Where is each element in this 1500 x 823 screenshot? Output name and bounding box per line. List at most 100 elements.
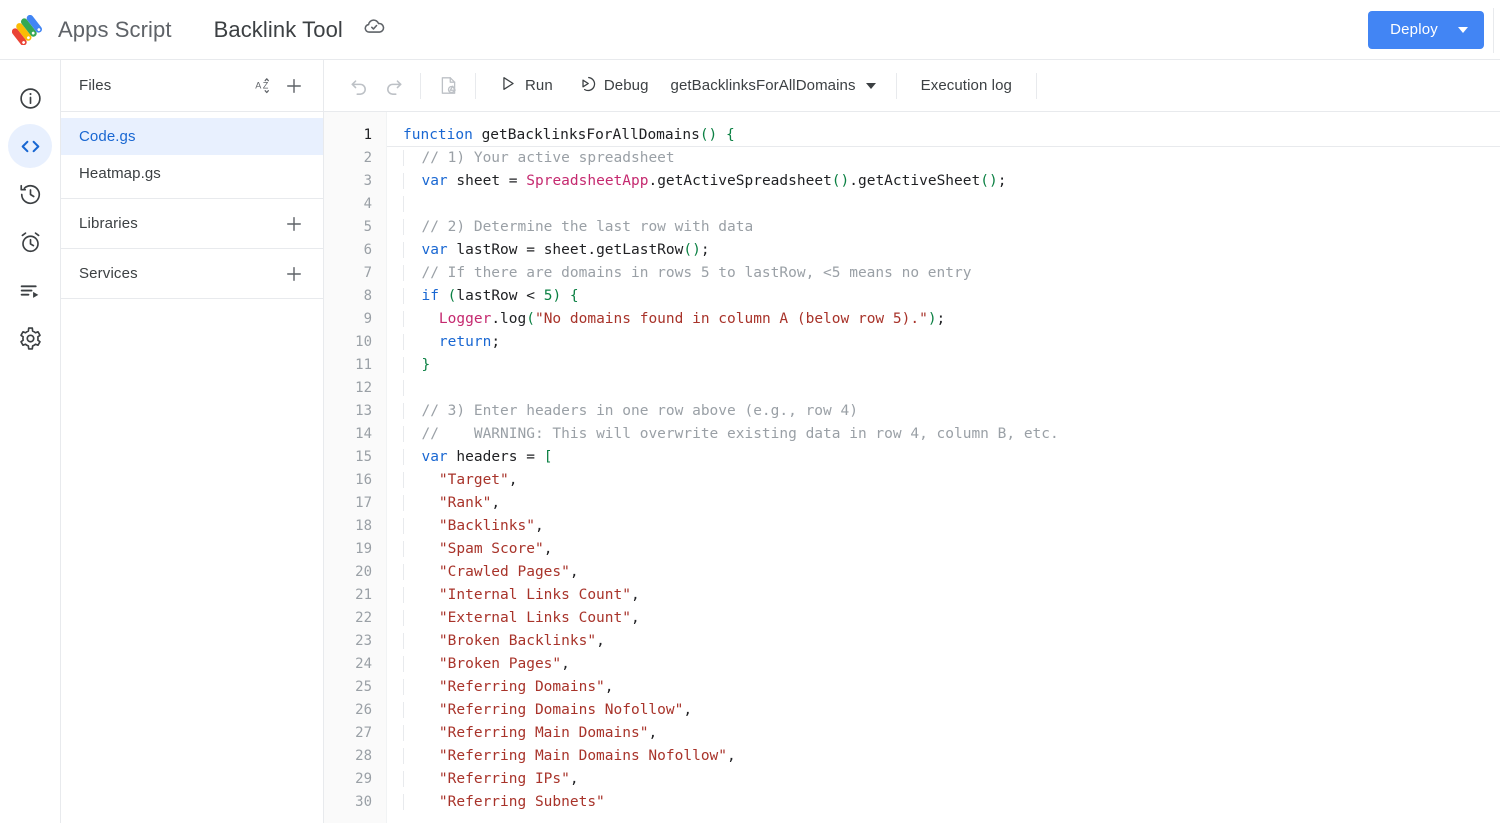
libraries-section: Libraries: [61, 199, 323, 249]
code-token: lastRow = sheet.getLastRow: [447, 242, 684, 258]
add-file-plus-icon[interactable]: [279, 71, 309, 101]
save-to-drive-icon[interactable]: [431, 69, 465, 103]
code-token: ,: [648, 725, 658, 741]
code-lines[interactable]: function getBacklinksForAllDomains() { /…: [387, 112, 1500, 814]
code-token: "Referring Domains Nofollow": [438, 702, 684, 718]
project-title[interactable]: Backlink Tool: [210, 15, 347, 45]
code-line[interactable]: var sheet = SpreadsheetApp.getActiveSpre…: [403, 170, 1500, 193]
code-line[interactable]: function getBacklinksForAllDomains() {: [403, 124, 1500, 147]
code-token: (: [526, 311, 535, 327]
code-token: ,: [630, 610, 640, 626]
code-line[interactable]: "Referring Domains",: [403, 676, 1500, 699]
line-number: 19: [355, 541, 372, 557]
code-line[interactable]: "Broken Backlinks",: [403, 630, 1500, 653]
code-token: .log: [491, 311, 527, 327]
function-selector[interactable]: getBacklinksForAllDomains: [661, 69, 886, 103]
code-token: ;: [997, 173, 1007, 189]
file-item-label: Code.gs: [79, 128, 136, 145]
code-token: ,: [569, 771, 579, 787]
code-line[interactable]: [403, 193, 1500, 216]
code-line[interactable]: [403, 377, 1500, 400]
code-line[interactable]: "Broken Pages",: [403, 653, 1500, 676]
code-line[interactable]: "Rank",: [403, 492, 1500, 515]
indent-guide: [403, 426, 422, 442]
code-line[interactable]: "Internal Links Count",: [403, 584, 1500, 607]
indent-guide: [403, 242, 422, 258]
code-line[interactable]: "Crawled Pages",: [403, 561, 1500, 584]
code-line[interactable]: "Referring Domains Nofollow",: [403, 699, 1500, 722]
add-service-plus-icon[interactable]: [279, 259, 309, 289]
code-line[interactable]: "Backlinks",: [403, 515, 1500, 538]
top-app-bar: Apps Script Backlink Tool Deploy: [0, 0, 1500, 60]
indent-guide: [403, 403, 422, 419]
file-item-heatmap-gs[interactable]: Heatmap.gs: [61, 155, 323, 192]
line-number: 13: [355, 403, 372, 419]
sidebar-item-project-settings[interactable]: [8, 316, 52, 360]
run-button[interactable]: Run: [486, 69, 565, 103]
code-line[interactable]: // 2) Determine the last row with data: [403, 216, 1500, 239]
code-token: SpreadsheetApp: [526, 173, 649, 189]
code-token: Logger: [438, 311, 492, 327]
sidebar-item-project-history[interactable]: [8, 172, 52, 216]
line-number: 21: [355, 587, 372, 603]
line-number: 2: [363, 150, 372, 166]
undo-icon[interactable]: [342, 69, 376, 103]
code-token: ,: [630, 587, 640, 603]
code-token: "Rank": [438, 495, 492, 511]
line-number: 29: [355, 771, 372, 787]
indent-guide: [403, 380, 422, 396]
code-token: ,: [569, 564, 579, 580]
code-token: sheet =: [447, 173, 527, 189]
code-token: function: [403, 127, 473, 143]
code-line[interactable]: // 1) Your active spreadsheet: [403, 147, 1500, 170]
code-token: ): [552, 288, 562, 304]
code-line[interactable]: var lastRow = sheet.getLastRow();: [403, 239, 1500, 262]
indent-guide: [403, 495, 439, 511]
sort-az-icon[interactable]: A Z: [249, 71, 279, 101]
code-token: "Referring Main Domains Nofollow": [438, 748, 728, 764]
sidebar-item-executions[interactable]: [8, 268, 52, 312]
code-line[interactable]: return;: [403, 331, 1500, 354]
code-line[interactable]: "Referring Main Domains Nofollow",: [403, 745, 1500, 768]
code-line[interactable]: // 3) Enter headers in one row above (e.…: [403, 400, 1500, 423]
code-line[interactable]: "Referring IPs",: [403, 768, 1500, 791]
code-token: "Backlinks": [438, 518, 535, 534]
code-line[interactable]: "Referring Subnets": [403, 791, 1500, 814]
line-number: 6: [363, 242, 372, 258]
code-line[interactable]: "Spam Score",: [403, 538, 1500, 561]
code-token: // If there are domains in rows 5 to las…: [421, 265, 972, 281]
sidebar-item-triggers[interactable]: [8, 220, 52, 264]
indent-guide: [403, 219, 422, 235]
file-item-code-gs[interactable]: Code.gs: [61, 118, 323, 155]
code-token: ): [927, 311, 937, 327]
deploy-button-label: Deploy: [1390, 21, 1438, 38]
indent-guide: [403, 196, 422, 212]
code-line[interactable]: var headers = [: [403, 446, 1500, 469]
code-line[interactable]: // WARNING: This will overwrite existing…: [403, 423, 1500, 446]
code-line[interactable]: if (lastRow < 5) {: [403, 285, 1500, 308]
execution-log-button[interactable]: Execution log: [907, 69, 1026, 103]
sidebar-item-editor[interactable]: [8, 124, 52, 168]
add-library-plus-icon[interactable]: [279, 209, 309, 239]
debug-button[interactable]: Debug: [565, 69, 661, 103]
code-line[interactable]: }: [403, 354, 1500, 377]
redo-icon[interactable]: [376, 69, 410, 103]
code-line[interactable]: "Referring Main Domains",: [403, 722, 1500, 745]
code-token: ,: [596, 633, 605, 649]
code-editor[interactable]: 1 2 3 4 5 6 7 8 9 10 11 12 13 14 15 16 17 18 19 20 21 22 23 24 2…: [324, 112, 1500, 823]
code-line[interactable]: // If there are domains in rows 5 to las…: [403, 262, 1500, 285]
indent-guide: [403, 656, 439, 672]
code-line[interactable]: Logger.log("No domains found in column A…: [403, 308, 1500, 331]
indent-guide: [403, 334, 439, 350]
line-number: 1: [363, 127, 372, 143]
code-line[interactable]: "External Links Count",: [403, 607, 1500, 630]
brand-area[interactable]: Apps Script: [12, 14, 172, 45]
line-number: 3: [363, 173, 372, 189]
code-scroll-region[interactable]: function getBacklinksForAllDomains() { /…: [386, 112, 1500, 823]
toolbar-divider: [1035, 72, 1037, 99]
code-token: lastRow <: [456, 288, 544, 304]
deploy-button[interactable]: Deploy: [1368, 10, 1484, 49]
code-line[interactable]: "Target",: [403, 469, 1500, 492]
sidebar-item-overview[interactable]: [8, 76, 52, 120]
libraries-header-label: Libraries: [79, 215, 138, 232]
